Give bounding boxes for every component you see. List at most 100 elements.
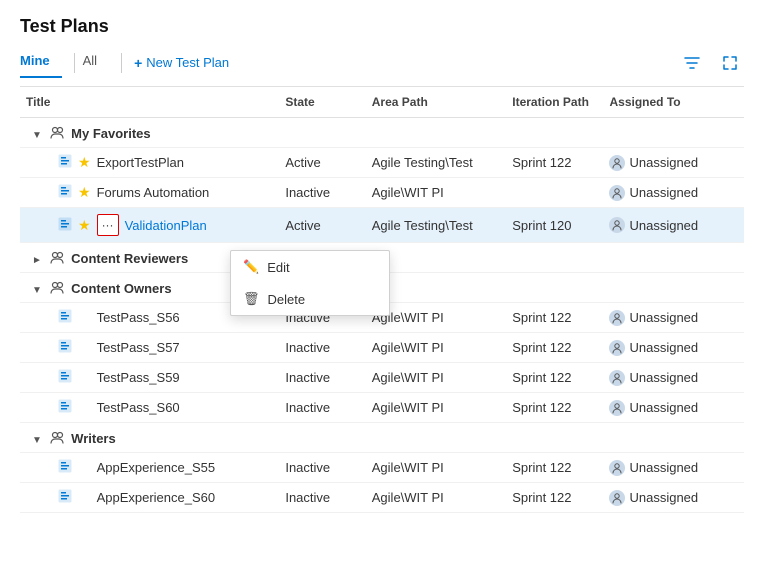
state-value: Inactive [285, 460, 330, 475]
tab-mine[interactable]: Mine [20, 47, 62, 78]
star-filled-icon[interactable]: ★ [78, 154, 91, 171]
table-row[interactable]: ★ ··· ValidationPlan Active Agile Testin… [20, 208, 744, 243]
table-row[interactable]: ★ TestPass_S60 Inactive Agile\WIT PI Spr… [20, 393, 744, 423]
assigned-value: Unassigned [629, 490, 698, 505]
group-icon [50, 126, 64, 143]
area-value: Agile Testing\Test [372, 155, 473, 170]
title-cell: ★ ExportTestPlan [20, 148, 279, 178]
state-cell: Inactive [279, 333, 365, 363]
star-filled-icon[interactable]: ★ [78, 217, 91, 234]
iteration-value: Sprint 122 [512, 460, 571, 475]
toolbar: Mine All + New Test Plan [20, 47, 744, 87]
assigned-cell: Unassigned [603, 453, 744, 483]
table-row[interactable]: ★ AppExperience_S55 Inactive Agile\WIT P… [20, 453, 744, 483]
iteration-cell: Sprint 122 [506, 393, 603, 423]
plan-name: Forums Automation [97, 185, 210, 200]
col-header-assigned: Assigned To [603, 87, 744, 118]
assigned-icon [609, 460, 625, 476]
assigned-cell: Unassigned [603, 208, 744, 243]
area-value: Agile\WIT PI [372, 370, 444, 385]
area-cell: Agile\WIT PI [366, 393, 506, 423]
context-menu: ✏️ Edit 🗑 Delete [230, 250, 390, 316]
iteration-cell: Sprint 122 [506, 303, 603, 333]
star-empty-icon: ★ [78, 489, 91, 506]
plan-icon [58, 184, 72, 201]
tab-divider-2 [121, 53, 122, 73]
plan-icon [58, 154, 72, 171]
state-cell: Inactive [279, 483, 365, 513]
group-icon [50, 251, 64, 268]
group-row[interactable]: ▼ My Favorites [20, 118, 744, 148]
title-cell: ★ ··· ValidationPlan [20, 208, 279, 243]
state-value: Inactive [285, 370, 330, 385]
new-plan-label: New Test Plan [146, 55, 229, 70]
more-options-button[interactable]: ··· [97, 214, 119, 236]
state-cell: Active [279, 148, 365, 178]
assigned-value: Unassigned [629, 340, 698, 355]
plan-name: TestPass_S57 [97, 340, 180, 355]
plus-icon: + [134, 55, 142, 71]
plan-icon [58, 459, 72, 476]
plan-name: TestPass_S59 [97, 370, 180, 385]
table-row[interactable]: ★ AppExperience_S60 Inactive Agile\WIT P… [20, 483, 744, 513]
area-cell: Agile\WIT PI [366, 453, 506, 483]
assigned-cell: Unassigned [603, 363, 744, 393]
assigned-value: Unassigned [629, 400, 698, 415]
plan-name: TestPass_S56 [97, 310, 180, 325]
state-value: Active [285, 155, 320, 170]
group-icon [50, 431, 64, 448]
star-filled-icon[interactable]: ★ [78, 184, 91, 201]
table-row[interactable]: ★ ExportTestPlan Active Agile Testing\Te… [20, 148, 744, 178]
page-title: Test Plans [20, 16, 744, 37]
assigned-cell: Unassigned [603, 333, 744, 363]
state-cell: Inactive [279, 453, 365, 483]
context-menu-delete[interactable]: 🗑 Delete [231, 283, 389, 315]
iteration-value: Sprint 122 [512, 370, 571, 385]
plan-icon [58, 369, 72, 386]
area-cell: Agile\WIT PI [366, 333, 506, 363]
area-value: Agile\WIT PI [372, 400, 444, 415]
iteration-value: Sprint 120 [512, 218, 571, 233]
plan-icon [58, 309, 72, 326]
col-header-iteration: Iteration Path [506, 87, 603, 118]
group-label: ▼ Writers [20, 423, 744, 453]
area-cell: Agile Testing\Test [366, 208, 506, 243]
expand-button[interactable] [716, 49, 744, 77]
iteration-value: Sprint 122 [512, 310, 571, 325]
edit-label: Edit [267, 260, 289, 275]
assigned-value: Unassigned [629, 185, 698, 200]
iteration-value: Sprint 122 [512, 400, 571, 415]
assigned-cell: Unassigned [603, 148, 744, 178]
assigned-icon [609, 370, 625, 386]
state-value: Inactive [285, 400, 330, 415]
table-row[interactable]: ★ TestPass_S59 Inactive Agile\WIT PI Spr… [20, 363, 744, 393]
filter-button[interactable] [678, 49, 706, 77]
tab-all[interactable]: All [83, 47, 109, 78]
assigned-icon [609, 490, 625, 506]
state-value: Active [285, 218, 320, 233]
table-row[interactable]: ★ Forums Automation Inactive Agile\WIT P… [20, 178, 744, 208]
assigned-cell: Unassigned [603, 178, 744, 208]
group-row[interactable]: ▼ Writers [20, 423, 744, 453]
state-value: Inactive [285, 490, 330, 505]
star-empty-icon: ★ [78, 399, 91, 416]
title-cell: ★ AppExperience_S55 [20, 453, 279, 483]
plan-name-link[interactable]: ValidationPlan [125, 218, 207, 233]
trash-icon: 🗑 [243, 291, 260, 307]
toolbar-right [678, 49, 744, 77]
state-cell: Inactive [279, 393, 365, 423]
area-value: Agile\WIT PI [372, 460, 444, 475]
chevron-icon: ▼ [32, 130, 42, 141]
table-row[interactable]: ★ TestPass_S57 Inactive Agile\WIT PI Spr… [20, 333, 744, 363]
iteration-value: Sprint 122 [512, 155, 571, 170]
new-test-plan-button[interactable]: + New Test Plan [134, 55, 229, 71]
area-value: Agile Testing\Test [372, 218, 473, 233]
context-menu-edit[interactable]: ✏️ Edit [231, 251, 389, 283]
state-cell: Inactive [279, 363, 365, 393]
area-value: Agile\WIT PI [372, 490, 444, 505]
assigned-value: Unassigned [629, 218, 698, 233]
assigned-icon [609, 155, 625, 171]
iteration-cell: Sprint 122 [506, 148, 603, 178]
assigned-icon [609, 340, 625, 356]
area-value: Agile\WIT PI [372, 185, 444, 200]
